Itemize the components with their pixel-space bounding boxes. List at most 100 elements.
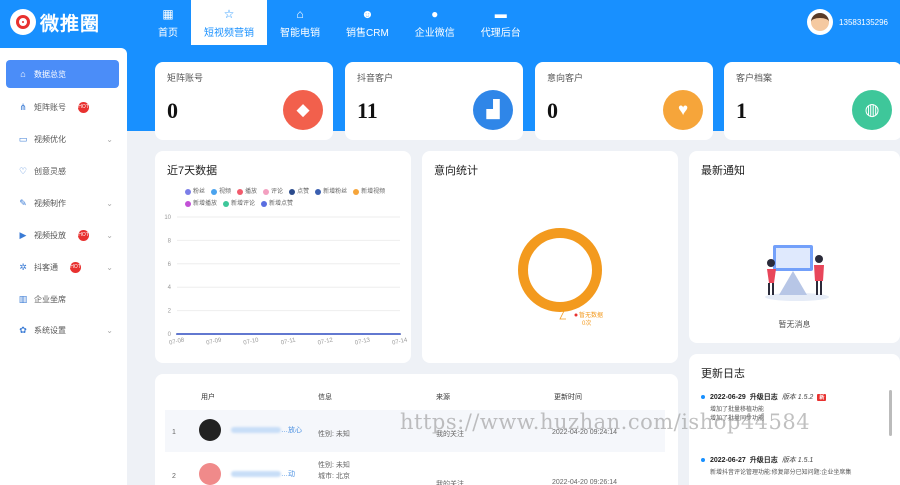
- nav-label: 销售CRM: [346, 27, 389, 39]
- logo-icon: [10, 9, 36, 35]
- x-tick-label: 07-10: [243, 337, 260, 346]
- sidebar-item-label: 视频优化: [34, 134, 66, 144]
- column-header: 信息: [318, 394, 332, 401]
- heart-hand-icon: ♡: [18, 165, 28, 176]
- nav-label: 代理后台: [480, 27, 521, 39]
- data-point: [362, 333, 364, 335]
- bullet-icon: [701, 395, 705, 399]
- sidebar-item-label: 企业坐席: [34, 294, 66, 304]
- user-name[interactable]: …动: [281, 469, 295, 479]
- nav-item-4[interactable]: ● 企业微信: [402, 0, 468, 45]
- y-tick-label: 10: [164, 215, 171, 221]
- top-bar: 微推圈 ▦ 首页 ☆ 短视频营销 ⌂ 智能电销 ☻ 销售CRM ● 企业微信 ▬ 代理后台 13583…: [0, 0, 900, 45]
- user-name[interactable]: …放心: [281, 425, 302, 435]
- monitor-icon: ▭: [18, 133, 28, 144]
- building-icon: ▥: [18, 293, 28, 304]
- update-log-title: 更新日志: [701, 368, 745, 380]
- sidebar-item-8[interactable]: ✿ 系统设置 ⌄: [6, 316, 119, 344]
- log-title: 升级日志: [749, 394, 778, 401]
- intent-chart: 暂无数据0次: [518, 228, 603, 327]
- table-row[interactable]: 2 …动 性别: 未知 城市: 北京 我的关注 2022-04-20 09:26:14: [165, 454, 665, 485]
- play-icon: ▶: [19, 229, 27, 240]
- notice-title: 最新通知: [701, 165, 745, 177]
- x-tick-label: 07-09: [206, 337, 223, 346]
- log-version: 版本 1.5.2: [781, 394, 814, 401]
- sidebar-item-6[interactable]: ✲ 抖客通 HOT ⌄: [6, 253, 119, 281]
- avatar[interactable]: [199, 419, 221, 441]
- stat-value: 11: [357, 98, 378, 123]
- picture-icon: ▟: [473, 90, 513, 130]
- chevron-down-icon[interactable]: ⌄: [106, 326, 113, 335]
- gear-icon: ✲: [19, 261, 27, 272]
- masked-name: [231, 427, 281, 433]
- log-scrollbar[interactable]: [889, 390, 892, 436]
- x-tick-label: 07-12: [317, 337, 334, 346]
- stat-card[interactable]: 抖音客户 11 ▟: [345, 62, 523, 140]
- chevron-down-icon[interactable]: ⌄: [106, 199, 113, 208]
- avatar[interactable]: [807, 9, 834, 35]
- log-entry[interactable]: 2022-06-27 升级日志 版本 1.5.1 新增抖音评论管理功能:修复部分已知问…: [701, 455, 871, 478]
- sidebar-item-5[interactable]: ▶ 视频投放 HOT ⌄: [6, 221, 119, 249]
- sidebar-item-label: 视频投放: [34, 230, 66, 240]
- stat-card[interactable]: 客户档案 1 ◍: [724, 62, 900, 140]
- stat-card[interactable]: 意向客户 0 ♥: [535, 62, 713, 140]
- app-logo[interactable]: 微推圈: [10, 8, 100, 36]
- nav-item-0[interactable]: ▦ 首页: [145, 0, 191, 45]
- y-tick-label: 8: [168, 238, 172, 244]
- notice-panel: 最新通知 暂无消息: [689, 151, 900, 343]
- stat-label: 矩阵账号: [167, 73, 204, 83]
- data-point: [250, 333, 253, 335]
- sidebar-item-0[interactable]: ⌂ 数据总览: [6, 60, 119, 88]
- watermark: https://www.huzhan.com/ishop44584: [400, 410, 811, 434]
- avatar[interactable]: [199, 463, 221, 485]
- stat-value: 0: [547, 98, 558, 123]
- nav-item-3[interactable]: ☻ 销售CRM: [333, 0, 402, 45]
- user-menu[interactable]: 13583135296: [807, 9, 888, 35]
- stat-label: 抖音客户: [357, 73, 394, 83]
- data-point: [324, 333, 327, 335]
- user-phone: 13583135296: [839, 17, 888, 27]
- chevron-down-icon[interactable]: ⌄: [106, 263, 113, 272]
- log-header: 2022-06-27 升级日志 版本 1.5.1: [701, 455, 871, 465]
- info-line: 性别: 未知: [318, 431, 350, 438]
- hot-badge: HOT: [70, 261, 81, 273]
- label-dot: [574, 313, 578, 317]
- y-tick-label: 0: [168, 332, 172, 338]
- nav-label: 短视频营销: [204, 27, 254, 39]
- nav-item-2[interactable]: ⌂ 智能电销: [267, 0, 333, 45]
- network-icon: ⋔: [19, 101, 27, 112]
- chat-heart-icon: ♥: [663, 90, 703, 130]
- sidebar-item-4[interactable]: ✎ 视频制作 ⌄: [6, 189, 119, 217]
- nav-item-5[interactable]: ▬ 代理后台: [468, 0, 534, 45]
- sidebar-item-1[interactable]: ⋔ 矩阵账号 HOT: [6, 93, 119, 121]
- info-line: 性别: 未知: [318, 462, 350, 469]
- robot-icon: ⌂: [296, 6, 304, 21]
- monitor-icon: ▬: [494, 6, 507, 21]
- chevron-down-icon[interactable]: ⌄: [106, 135, 113, 144]
- slice-value: 0次: [582, 319, 591, 327]
- info-line: 城市: 北京: [318, 473, 350, 480]
- home-icon: ▦: [162, 6, 174, 21]
- hot-badge: HOT: [78, 229, 89, 241]
- stat-label: 意向客户: [547, 73, 584, 83]
- log-line: 新增抖音评论管理功能:修复部分已知问题:企业坐席集: [710, 470, 852, 476]
- hot-badge: HOT: [78, 101, 89, 113]
- nav-label: 智能电销: [280, 27, 320, 39]
- notice-empty-text: 暂无消息: [778, 320, 811, 329]
- nav-label: 首页: [158, 27, 178, 39]
- nav-label: 企业微信: [414, 27, 455, 39]
- sidebar-item-3[interactable]: ♡ 创意灵感: [6, 157, 119, 185]
- sidebar-item-label: 数据总览: [34, 69, 66, 79]
- sidebar-item-7[interactable]: ▥ 企业坐席: [6, 285, 119, 313]
- nav-item-1[interactable]: ☆ 短视频营销: [191, 0, 267, 45]
- data-point: [287, 333, 290, 335]
- chevron-down-icon[interactable]: ⌄: [106, 231, 113, 240]
- sidebar-item-2[interactable]: ▭ 视频优化 ⌄: [6, 125, 119, 153]
- main-nav: ▦ 首页 ☆ 短视频营销 ⌂ 智能电销 ☻ 销售CRM ● 企业微信 ▬ 代理后台: [145, 0, 534, 45]
- slice-label: 暂无数据: [579, 311, 603, 319]
- stat-card[interactable]: 矩阵账号 0 ◆: [155, 62, 333, 140]
- new-badge: 新: [817, 393, 827, 401]
- sidebar-item-label: 视频制作: [34, 198, 66, 208]
- home-icon: ⌂: [20, 69, 26, 79]
- x-tick-label: 07-08: [169, 337, 186, 346]
